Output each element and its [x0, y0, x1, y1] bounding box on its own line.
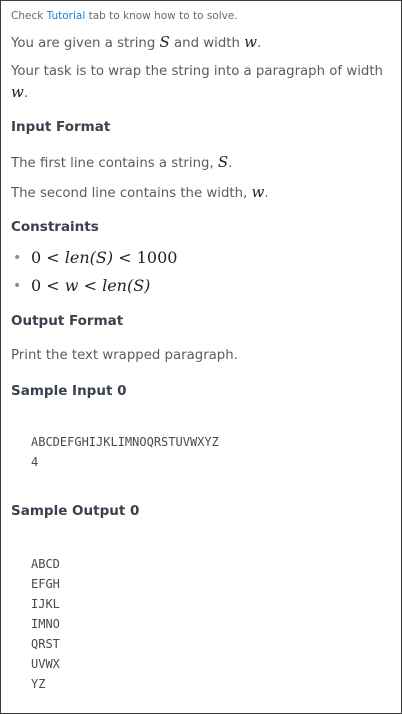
bullet-icon: •	[13, 278, 22, 294]
code-line: UVWX	[31, 657, 60, 671]
code-line: 4	[31, 455, 39, 469]
output-format-heading: Output Format	[11, 313, 124, 329]
constraints-heading: Constraints	[11, 219, 99, 235]
input-format-heading: Input Format	[11, 119, 111, 135]
constraints-list: • 0 < len(S) < 1000 • 0 < w < len(S)	[11, 244, 391, 300]
tutorial-link[interactable]: Tutorial	[47, 10, 86, 22]
constraint-item: • 0 < w < len(S)	[11, 272, 391, 300]
problem-content: Check Tutorial tab to know how to to sol…	[1, 1, 401, 694]
output-format-text: Print the text wrapped paragraph.	[11, 348, 238, 363]
intro-line-1: You are given a string S and width w.	[11, 33, 262, 51]
math-var-s: S	[217, 153, 229, 171]
code-line: ABCDEFGHIJKLIMNOQRSTUVWXYZ	[31, 435, 219, 449]
code-line: ABCD	[31, 557, 60, 571]
math-var-w: w	[244, 33, 257, 51]
problem-statement-panel: Check Tutorial tab to know how to to sol…	[0, 0, 402, 714]
bullet-icon: •	[13, 250, 22, 266]
math-var-w: w	[251, 183, 265, 201]
constraint-item: • 0 < len(S) < 1000	[11, 244, 391, 272]
sample-input-heading: Sample Input 0	[11, 383, 127, 399]
sample-output-block: ABCD EFGH IJKL IMNO QRST UVWX YZ	[11, 554, 391, 694]
sample-input-block: ABCDEFGHIJKLIMNOQRSTUVWXYZ 4	[11, 432, 391, 472]
sample-output-heading: Sample Output 0	[11, 503, 140, 519]
code-line: YZ	[31, 677, 46, 691]
code-line: EFGH	[31, 577, 60, 591]
tutorial-hint: Check Tutorial tab to know how to to sol…	[11, 10, 238, 22]
intro-line-2: Your task is to wrap the string into a p…	[11, 64, 383, 101]
math-var-w: w	[11, 83, 24, 101]
math-var-s: S	[159, 33, 170, 51]
code-line: QRST	[31, 637, 60, 651]
code-line: IMNO	[31, 617, 60, 631]
input-format-line-2: The second line contains the width, w.	[11, 183, 269, 201]
input-format-line-1: The first line contains a string, S.	[11, 153, 233, 171]
code-line: IJKL	[31, 597, 60, 611]
